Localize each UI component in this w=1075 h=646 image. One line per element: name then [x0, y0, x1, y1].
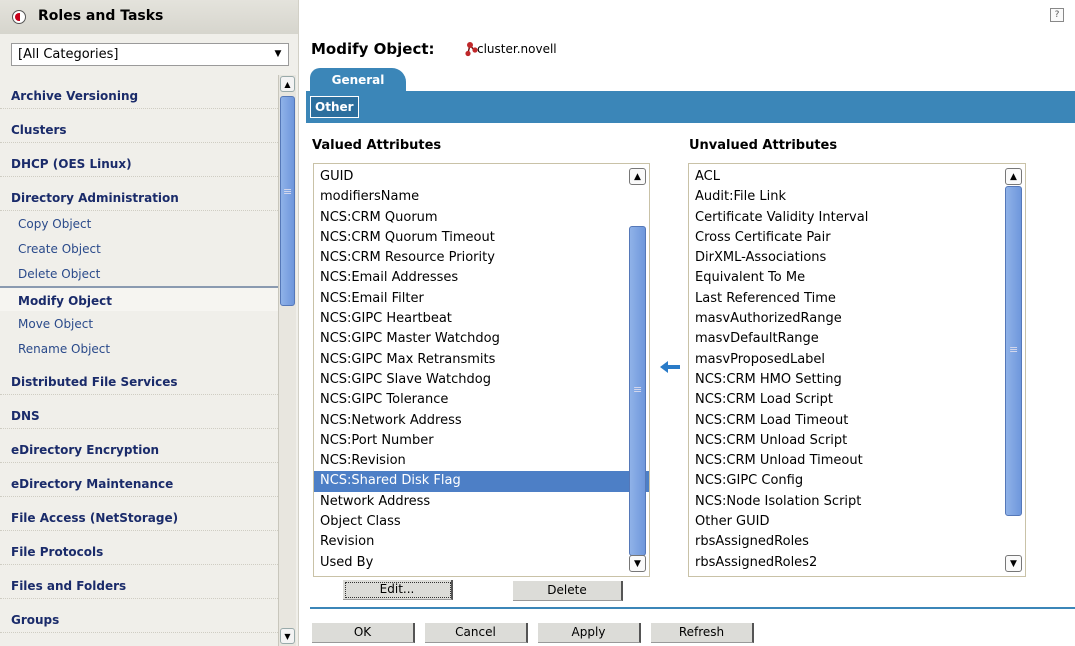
- nav-category[interactable]: eDirectory Encryption: [0, 429, 280, 463]
- nav-category[interactable]: eDirectory Maintenance: [0, 463, 280, 497]
- unvalued-attribute-item[interactable]: ACL: [689, 167, 1025, 187]
- nav-task[interactable]: Modify Object: [0, 286, 280, 311]
- help-icon[interactable]: ?: [1050, 8, 1064, 22]
- nav-category[interactable]: Directory Administration: [0, 177, 280, 211]
- unvalued-attribute-item[interactable]: masvDefaultRange: [689, 329, 1025, 349]
- nav-title: Roles and Tasks: [38, 8, 164, 24]
- valued-attribute-item[interactable]: NCS:Port Number: [314, 431, 649, 451]
- valued-attributes-list[interactable]: GUID modifiersName NCS:CRM Quorum NCS:CRM Q…: [313, 163, 650, 577]
- nav-category[interactable]: Distributed File Services: [0, 361, 280, 395]
- nav-header: Roles and Tasks: [0, 0, 298, 34]
- unvalued-attribute-item[interactable]: Other GUID: [689, 512, 1025, 532]
- nav-task[interactable]: Create Object: [0, 236, 280, 261]
- page-title: Modify Object:: [311, 40, 435, 58]
- valued-attribute-item[interactable]: NCS:CRM Quorum: [314, 208, 649, 228]
- unvalued-attribute-item[interactable]: Equivalent To Me: [689, 268, 1025, 288]
- unvalued-attribute-item[interactable]: rbsAssignedRoles: [689, 532, 1025, 552]
- scroll-thumb[interactable]: [280, 96, 295, 306]
- scroll-down-icon[interactable]: ▼: [629, 555, 646, 572]
- category-select[interactable]: [All Categories] ▼: [11, 43, 289, 66]
- ok-button[interactable]: OK: [312, 623, 415, 643]
- unvalued-attribute-item[interactable]: NCS:CRM Load Timeout: [689, 411, 1025, 431]
- unvalued-attribute-item[interactable]: NCS:CRM Unload Script: [689, 431, 1025, 451]
- unvalued-list-scrollbar[interactable]: ▲ ▼: [1005, 166, 1023, 574]
- arrow-left-icon[interactable]: [660, 360, 682, 374]
- unvalued-attribute-item[interactable]: masvProposedLabel: [689, 350, 1025, 370]
- unvalued-attribute-item[interactable]: NCS:Node Isolation Script: [689, 492, 1025, 512]
- nav-category[interactable]: Groups: [0, 599, 280, 633]
- valued-list-scrollbar[interactable]: ▲ ▼: [629, 166, 647, 574]
- unvalued-attributes-title: Unvalued Attributes: [689, 138, 838, 153]
- edit-button[interactable]: Edit...: [343, 580, 453, 600]
- scroll-down-icon[interactable]: ▼: [1005, 555, 1022, 572]
- nav-category[interactable]: File Access (NetStorage): [0, 497, 280, 531]
- scroll-up-icon[interactable]: ▲: [280, 76, 295, 92]
- valued-attribute-item[interactable]: NCS:GIPC Slave Watchdog: [314, 370, 649, 390]
- object-name: cluster.novell: [477, 42, 557, 56]
- nav-category[interactable]: File Protocols: [0, 531, 280, 565]
- unvalued-attribute-item[interactable]: Cross Certificate Pair: [689, 228, 1025, 248]
- unvalued-attribute-item[interactable]: NCS:CRM Load Script: [689, 390, 1025, 410]
- nav-category[interactable]: DHCP (OES Linux): [0, 143, 280, 177]
- scroll-thumb[interactable]: [629, 226, 646, 556]
- valued-attribute-item[interactable]: modifiersName: [314, 187, 649, 207]
- unvalued-attribute-item[interactable]: Audit:File Link: [689, 187, 1025, 207]
- nav-category[interactable]: DNS: [0, 395, 280, 429]
- scroll-up-icon[interactable]: ▲: [629, 168, 646, 185]
- unvalued-attribute-item[interactable]: NCS:CRM HMO Setting: [689, 370, 1025, 390]
- novell-logo-icon: [12, 10, 26, 24]
- unvalued-attributes-list[interactable]: ACL Audit:File Link Certificate Validity I…: [688, 163, 1026, 577]
- subtab-other[interactable]: Other: [310, 96, 359, 118]
- valued-attribute-item[interactable]: NCS:GIPC Max Retransmits: [314, 350, 649, 370]
- category-select-value: [All Categories]: [18, 47, 119, 62]
- tab-general[interactable]: General: [310, 68, 406, 92]
- valued-attribute-item[interactable]: NCS:Email Filter: [314, 289, 649, 309]
- scroll-up-icon[interactable]: ▲: [1005, 168, 1022, 185]
- nav-task[interactable]: Move Object: [0, 311, 280, 336]
- subtab-bar: Other: [306, 91, 1075, 123]
- valued-attribute-item[interactable]: Network Address: [314, 492, 649, 512]
- nav-category[interactable]: Archive Versioning: [0, 75, 280, 109]
- chevron-down-icon[interactable]: ▼: [270, 46, 286, 63]
- valued-attribute-item[interactable]: NCS:Network Address: [314, 411, 649, 431]
- valued-attribute-item[interactable]: NCS:GIPC Master Watchdog: [314, 329, 649, 349]
- valued-attribute-item[interactable]: GUID: [314, 167, 649, 187]
- nav-category[interactable]: Clusters: [0, 109, 280, 143]
- apply-button[interactable]: Apply: [538, 623, 641, 643]
- scroll-thumb[interactable]: [1005, 186, 1022, 516]
- cancel-button[interactable]: Cancel: [425, 623, 528, 643]
- unvalued-attribute-item[interactable]: rbsAssignedRoles2: [689, 553, 1025, 573]
- valued-attributes-title: Valued Attributes: [312, 138, 442, 153]
- nav-list: Archive Versioning Clusters DHCP (OES Linu…: [0, 75, 280, 633]
- valued-attribute-item[interactable]: NCS:CRM Resource Priority: [314, 248, 649, 268]
- unvalued-attribute-item[interactable]: Last Referenced Time: [689, 289, 1025, 309]
- unvalued-attribute-item[interactable]: NCS:GIPC Config: [689, 471, 1025, 491]
- nav-task[interactable]: Delete Object: [0, 261, 280, 286]
- divider: [310, 607, 1075, 609]
- unvalued-attribute-item[interactable]: masvAuthorizedRange: [689, 309, 1025, 329]
- unvalued-attribute-item[interactable]: Certificate Validity Interval: [689, 208, 1025, 228]
- nav-task[interactable]: Rename Object: [0, 336, 280, 361]
- nav-task[interactable]: Copy Object: [0, 211, 280, 236]
- roles-and-tasks-panel: Roles and Tasks [All Categories] ▼ Archi…: [0, 0, 299, 646]
- valued-attribute-item[interactable]: NCS:CRM Quorum Timeout: [314, 228, 649, 248]
- valued-attribute-item[interactable]: NCS:Shared Disk Flag: [314, 471, 649, 492]
- nav-scrollbar[interactable]: ▲ ▼: [278, 75, 296, 646]
- valued-attribute-item[interactable]: Used By: [314, 553, 649, 573]
- unvalued-attribute-item[interactable]: DirXML-Associations: [689, 248, 1025, 268]
- valued-attribute-item[interactable]: Revision: [314, 532, 649, 552]
- valued-attribute-item[interactable]: NCS:GIPC Tolerance: [314, 390, 649, 410]
- valued-attribute-item[interactable]: NCS:GIPC Heartbeat: [314, 309, 649, 329]
- valued-attribute-item[interactable]: NCS:Revision: [314, 451, 649, 471]
- valued-attribute-item[interactable]: Object Class: [314, 512, 649, 532]
- nav-category[interactable]: Files and Folders: [0, 565, 280, 599]
- unvalued-attribute-item[interactable]: NCS:CRM Unload Timeout: [689, 451, 1025, 471]
- delete-button[interactable]: Delete: [513, 581, 623, 601]
- refresh-button[interactable]: Refresh: [651, 623, 754, 643]
- valued-attribute-item[interactable]: NCS:Email Addresses: [314, 268, 649, 288]
- scroll-down-icon[interactable]: ▼: [280, 628, 295, 644]
